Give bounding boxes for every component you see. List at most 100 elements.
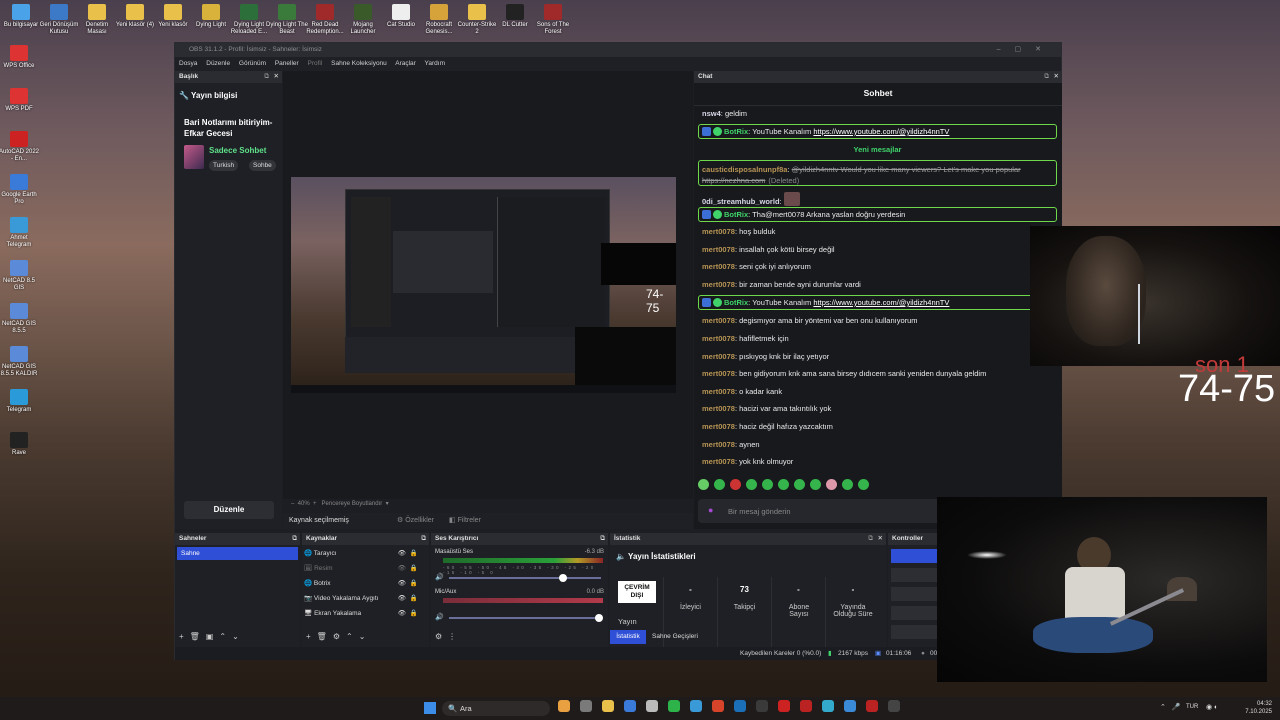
taskbar-app-icon[interactable]	[888, 700, 900, 712]
lock-icon[interactable]: 🔒	[410, 547, 418, 561]
zoom-level[interactable]: – 40% + Pencereye Boyutlandır ▾	[291, 500, 389, 507]
chat-link[interactable]: https://www.youtube.com/@yildizh4nnTV	[813, 298, 949, 307]
taskbar-app-icon[interactable]	[580, 700, 592, 712]
chat-username[interactable]: mert0078	[702, 404, 735, 413]
chat-username[interactable]: BotRix	[724, 298, 748, 307]
lock-icon[interactable]: 🔒	[410, 607, 418, 621]
chat-username[interactable]: mert0078	[702, 316, 735, 325]
source-toolbar-buttons[interactable]: +🗑⚙⌃⌄	[306, 632, 371, 641]
chat-username[interactable]: nsw4	[702, 109, 721, 118]
menu-item[interactable]: Yardım	[425, 60, 445, 67]
taskbar-app-icon[interactable]	[712, 700, 724, 712]
menu-item[interactable]: Sahne Koleksiyonu	[331, 60, 387, 67]
taskbar-app-icon[interactable]	[866, 700, 878, 712]
taskbar-app-icon[interactable]	[624, 700, 636, 712]
chat-username[interactable]: mert0078	[702, 280, 735, 289]
volume-slider[interactable]	[449, 577, 601, 579]
desktop-icon[interactable]: NetCAD GIS 8.5.5 KALDIR	[0, 346, 40, 378]
taskbar-app-icon[interactable]	[602, 700, 614, 712]
start-button[interactable]	[424, 702, 436, 714]
menu-item[interactable]: Görünüm	[239, 60, 266, 67]
taskbar-app-icon[interactable]	[778, 700, 790, 712]
preview-area[interactable]: 74-75 – 40% + Pencereye Boyutlandır ▾	[283, 71, 693, 507]
desktop-icon[interactable]: Yeni klasör (4)	[114, 4, 156, 29]
window-controls[interactable]: –▢✕	[997, 43, 1055, 57]
chat-username[interactable]: mert0078	[702, 387, 735, 396]
desktop-icon[interactable]: Sons of The Forest	[532, 4, 574, 36]
desktop-icon[interactable]: Dying Light	[190, 4, 232, 29]
close-icon[interactable]: ✕	[878, 533, 883, 545]
preview-canvas[interactable]: 74-75	[291, 177, 676, 393]
chat-username[interactable]: mert0078	[702, 457, 735, 466]
filters-button[interactable]: ◧ Filtreler	[449, 513, 481, 529]
menu-item[interactable]: Araçlar	[395, 60, 416, 67]
taskbar-app-icon[interactable]	[734, 700, 746, 712]
taskbar-app-icon[interactable]	[844, 700, 856, 712]
taskbar-app-icon[interactable]	[558, 700, 570, 712]
taskbar-search[interactable]: 🔍 Ara	[442, 701, 550, 716]
tray-icons[interactable]: ⌃ 🎤	[1160, 703, 1180, 711]
mixer-toolbar[interactable]: ⚙⋮	[435, 632, 462, 641]
taskbar-app-icon[interactable]	[822, 700, 834, 712]
tab-scene-transitions[interactable]: Sahne Geçişleri	[652, 630, 698, 644]
desktop-icon[interactable]: Counter-Strike 2	[456, 4, 498, 36]
visibility-icon[interactable]: 👁	[398, 577, 406, 591]
visibility-icon[interactable]: 👁	[398, 562, 406, 576]
taskbar-app-icon[interactable]	[646, 700, 658, 712]
taskbar-app-icon[interactable]	[756, 700, 768, 712]
desktop-icon[interactable]: Ahmet Telegram	[0, 217, 40, 249]
source-item[interactable]: 🖥 Ekran Yakalama 👁 🔒	[304, 607, 422, 621]
source-item[interactable]: 🌐 Tarayıcı 👁 🔒	[304, 547, 422, 561]
desktop-icon[interactable]: WPS Office	[0, 45, 40, 70]
scene-item[interactable]: Sahne	[177, 547, 298, 560]
clock[interactable]: 04:32 7.10.2025	[1244, 700, 1272, 716]
network-volume-icons[interactable]: ◉ ◐	[1206, 703, 1218, 711]
lock-icon[interactable]: 🔒	[410, 577, 418, 591]
edit-button[interactable]: Düzenle	[184, 501, 274, 519]
desktop-icon[interactable]: Cat Studio	[380, 4, 422, 29]
chat-username[interactable]: mert0078	[702, 352, 735, 361]
chat-link[interactable]: https://www.youtube.com/@yildizh4nnTV	[813, 127, 949, 136]
desktop-icon[interactable]: Rave	[0, 432, 40, 457]
chat-username[interactable]: mert0078	[702, 422, 735, 431]
taskbar-app-icon[interactable]	[690, 700, 702, 712]
desktop-icon[interactable]: Dying Light The Beast	[266, 4, 308, 36]
chat-username[interactable]: BotRix	[724, 127, 748, 136]
speaker-icon[interactable]: 🔊	[435, 613, 444, 621]
chat-username[interactable]: mert0078	[702, 440, 735, 449]
chat-username[interactable]: 0di_streamhub_world	[702, 197, 780, 206]
desktop-icon[interactable]: Telegram	[0, 389, 40, 414]
close-icon[interactable]: ✕	[274, 71, 279, 83]
menu-item[interactable]: Profil	[308, 60, 323, 67]
lock-icon[interactable]: 🔒	[410, 562, 418, 576]
desktop-icon[interactable]: Google Earth Pro	[0, 174, 40, 206]
desktop-icon[interactable]: NetCAD GIS 8.5.5	[0, 303, 40, 335]
chat-username[interactable]: mert0078	[702, 334, 735, 343]
tab-stats[interactable]: İstatistik	[610, 630, 646, 644]
chat-username[interactable]: mert0078	[702, 369, 735, 378]
desktop-icon[interactable]: NetCAD 8.5 GIS	[0, 260, 40, 292]
language-indicator[interactable]: TUR	[1186, 704, 1198, 710]
lock-icon[interactable]: 🔒	[410, 592, 418, 606]
source-item[interactable]: 📷 Video Yakalama Aygıtı 👁 🔒	[304, 592, 422, 606]
chat-username[interactable]: BotRix	[724, 210, 748, 219]
menu-item[interactable]: Dosya	[179, 60, 197, 67]
volume-slider[interactable]	[449, 617, 601, 619]
source-item[interactable]: 🖼 Resim 👁 🔒	[304, 562, 422, 576]
desktop-icon[interactable]: AutoCAD 2022 - En...	[0, 131, 40, 163]
desktop-icon[interactable]: WPS PDF	[0, 88, 40, 113]
chat-username[interactable]: mert0078	[702, 262, 735, 271]
desktop-icon[interactable]: Geri Dönüşüm Kutusu	[38, 4, 80, 36]
emote-bar[interactable]	[698, 479, 874, 492]
desktop-icon[interactable]: Yeni klasör	[152, 4, 194, 29]
desktop-icon[interactable]: Mojang Launcher	[342, 4, 384, 36]
source-item[interactable]: 🌐 Botrix 👁 🔒	[304, 577, 422, 591]
desktop-icon[interactable]: DL Cutter	[494, 4, 536, 29]
taskbar-app-icon[interactable]	[800, 700, 812, 712]
desktop-icon[interactable]: Robocraft Genesis...	[418, 4, 460, 36]
close-icon[interactable]: ✕	[1054, 71, 1059, 83]
visibility-icon[interactable]: 👁	[398, 592, 406, 606]
volume-slider-handle[interactable]	[559, 574, 567, 582]
chat-username[interactable]: mert0078	[702, 227, 735, 236]
visibility-icon[interactable]: 👁	[398, 607, 406, 621]
